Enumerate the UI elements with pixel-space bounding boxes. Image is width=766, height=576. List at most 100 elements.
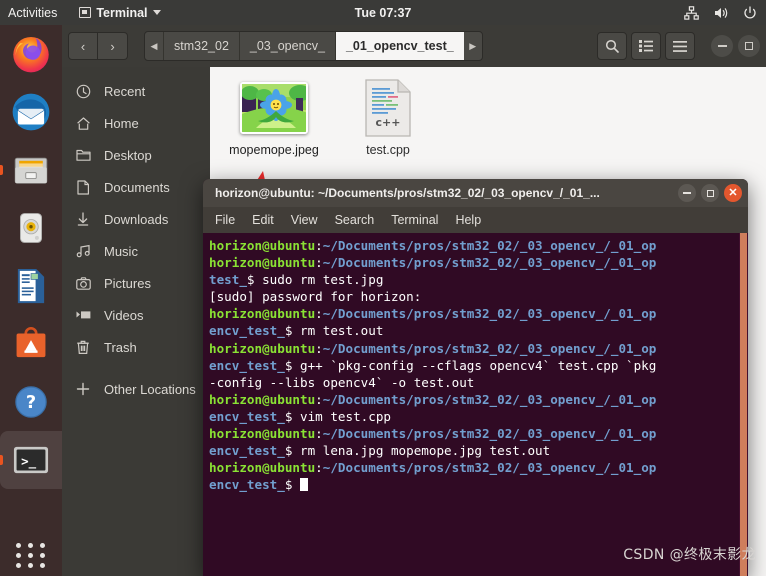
- minimize-button[interactable]: [711, 35, 733, 57]
- terminal-line: horizon@ubuntu:~/Documents/pros/stm32_02…: [209, 340, 748, 357]
- network-icon[interactable]: [684, 5, 699, 20]
- app-menu-label: Terminal: [96, 5, 148, 20]
- menu-view[interactable]: View: [291, 213, 318, 227]
- sidebar-item-recent[interactable]: Recent: [62, 75, 210, 107]
- breadcrumb-scroll-right-icon[interactable]: ▶: [464, 32, 482, 60]
- terminal-segment-plain: [sudo] password for horizon:: [209, 289, 422, 305]
- terminal-screen[interactable]: horizon@ubuntu: ~/Documents/pros/stm32_02…: [203, 233, 748, 576]
- scrollbar-thumb[interactable]: [740, 233, 747, 576]
- terminal-scrollbar[interactable]: [739, 233, 748, 576]
- terminal-line: encv_test_$ vim test.cpp: [209, 408, 748, 425]
- app-menu-terminal[interactable]: Terminal: [79, 5, 161, 20]
- terminal-segment-user: horizon@ubuntu: [209, 340, 316, 356]
- terminal-segment-user: horizon@ubuntu: [209, 306, 316, 322]
- menu-file[interactable]: File: [215, 213, 235, 227]
- breadcrumb-scroll-left-icon[interactable]: ◀: [145, 32, 163, 60]
- terminal-line: horizon@ubuntu:~/Documents/pros/stm32_02…: [209, 425, 748, 442]
- trash-icon: [75, 340, 91, 355]
- sidebar-item-label: Pictures: [104, 275, 151, 291]
- terminal-output: horizon@ubuntu: ~/Documents/pros/stm32_02…: [209, 237, 748, 493]
- breadcrumb: ◀ stm32_02 _03_opencv_ _01_opencv_test_ …: [144, 31, 483, 61]
- dock-item-help[interactable]: ?: [0, 373, 62, 431]
- search-button[interactable]: [597, 32, 627, 60]
- file-grid: mopemope.jpeg c++ test.cpp: [210, 79, 766, 158]
- terminal-icon: [79, 7, 92, 18]
- maximize-button[interactable]: [738, 35, 760, 57]
- sidebar-item-music[interactable]: Music: [62, 235, 210, 267]
- system-tray[interactable]: [684, 5, 757, 20]
- terminal-segment-plain: :: [315, 460, 323, 476]
- video-icon: [75, 309, 91, 321]
- terminal-close-button[interactable]: ✕: [724, 184, 742, 202]
- menu-search[interactable]: Search: [335, 213, 375, 227]
- menu-help[interactable]: Help: [455, 213, 481, 227]
- activities-button[interactable]: Activities: [8, 6, 57, 20]
- help-icon: ?: [15, 386, 47, 418]
- camera-icon: [75, 276, 91, 290]
- sidebar-item-other-locations[interactable]: Other Locations: [62, 373, 210, 405]
- terminal-minimize-button[interactable]: [678, 184, 696, 202]
- terminal-segment-user: horizon@ubuntu: [209, 460, 316, 476]
- sidebar-item-label: Downloads: [104, 211, 169, 227]
- document-icon: [75, 179, 91, 195]
- music-note-icon: [75, 244, 91, 258]
- document-image-icon: [17, 268, 45, 304]
- back-button[interactable]: ‹: [68, 32, 98, 60]
- view-options-button[interactable]: [631, 32, 661, 60]
- terminal-segment-path: test_: [209, 272, 247, 288]
- dock-item-files[interactable]: [0, 141, 62, 199]
- volume-icon[interactable]: [713, 6, 729, 20]
- terminal-line: encv_test_$ rm test.out: [209, 322, 748, 339]
- menu-terminal[interactable]: Terminal: [391, 213, 438, 227]
- terminal-segment-plain: $ rm lena.jpg mopemope.jpg test.out: [284, 443, 551, 459]
- terminal-segment-path: encv_test_: [209, 408, 285, 424]
- dock-item-rhythmbox[interactable]: [0, 199, 62, 257]
- download-icon: [75, 211, 91, 227]
- terminal-app-icon: >_: [13, 446, 49, 474]
- svg-text:>_: >_: [21, 453, 36, 469]
- breadcrumb-item-stm32_02[interactable]: stm32_02: [163, 32, 239, 60]
- terminal-segment-path: encv_test_: [209, 443, 285, 459]
- sidebar-item-home[interactable]: Home: [62, 107, 210, 139]
- power-icon[interactable]: [743, 5, 757, 20]
- sidebar-item-pictures[interactable]: Pictures: [62, 267, 210, 299]
- terminal-segment-plain: $ g++ `pkg-config --cflags opencv4` test…: [284, 357, 657, 373]
- dock-item-terminal[interactable]: >_: [0, 431, 62, 489]
- dock-item-firefox[interactable]: [0, 25, 62, 83]
- terminal-maximize-button[interactable]: [701, 184, 719, 202]
- terminal-segment-plain: :: [315, 255, 323, 271]
- dock-item-libreoffice-writer[interactable]: [0, 257, 62, 315]
- terminal-line: horizon@ubuntu:~/Documents/pros/stm32_02…: [209, 305, 748, 322]
- clock-icon: [75, 84, 91, 99]
- file-item-mopemope[interactable]: mopemope.jpeg: [228, 79, 320, 158]
- forward-button[interactable]: ›: [98, 32, 128, 60]
- dock-item-thunderbird[interactable]: [0, 83, 62, 141]
- menu-edit[interactable]: Edit: [252, 213, 274, 227]
- file-item-test-cpp[interactable]: c++ test.cpp: [342, 79, 434, 158]
- hamburger-menu-button[interactable]: [665, 32, 695, 60]
- file-manager-window-controls: [711, 35, 760, 57]
- sidebar-item-documents[interactable]: Documents: [62, 171, 210, 203]
- cpp-file-icon: c++: [365, 79, 411, 137]
- thunderbird-icon: [12, 93, 50, 131]
- terminal-segment-plain: $ sudo rm test.jpg: [246, 272, 384, 288]
- grid-dots-icon: [15, 543, 47, 568]
- terminal-segment-path: ~/Documents/pros/stm32_02/_03_opencv_/_0…: [322, 426, 657, 442]
- show-applications-button[interactable]: [0, 543, 62, 568]
- breadcrumb-item-_03_opencv_[interactable]: _03_opencv_: [238, 32, 335, 60]
- terminal-segment-plain: -config --libs opencv4` -o test.out: [209, 374, 475, 390]
- dock-item-ubuntu-software[interactable]: [0, 315, 62, 373]
- file-name-label: test.cpp: [366, 143, 410, 157]
- list-view-icon: [639, 40, 653, 52]
- terminal-titlebar[interactable]: horizon@ubuntu: ~/Documents/pros/stm32_0…: [203, 179, 748, 207]
- sidebar-item-desktop[interactable]: Desktop: [62, 139, 210, 171]
- terminal-window-controls: ✕: [678, 184, 742, 202]
- sidebar-item-trash[interactable]: Trash: [62, 331, 210, 363]
- sidebar-item-videos[interactable]: Videos: [62, 299, 210, 331]
- sidebar-item-downloads[interactable]: Downloads: [62, 203, 210, 235]
- terminal-line: encv_test_$ rm lena.jpg mopemope.jpg tes…: [209, 442, 748, 459]
- breadcrumb-item-_01_opencv_test_[interactable]: _01_opencv_test_: [334, 32, 464, 60]
- terminal-line: horizon@ubuntu:~/Documents/pros/stm32_02…: [209, 237, 748, 254]
- left-dock: ? >_: [0, 25, 62, 576]
- search-icon: [605, 39, 619, 53]
